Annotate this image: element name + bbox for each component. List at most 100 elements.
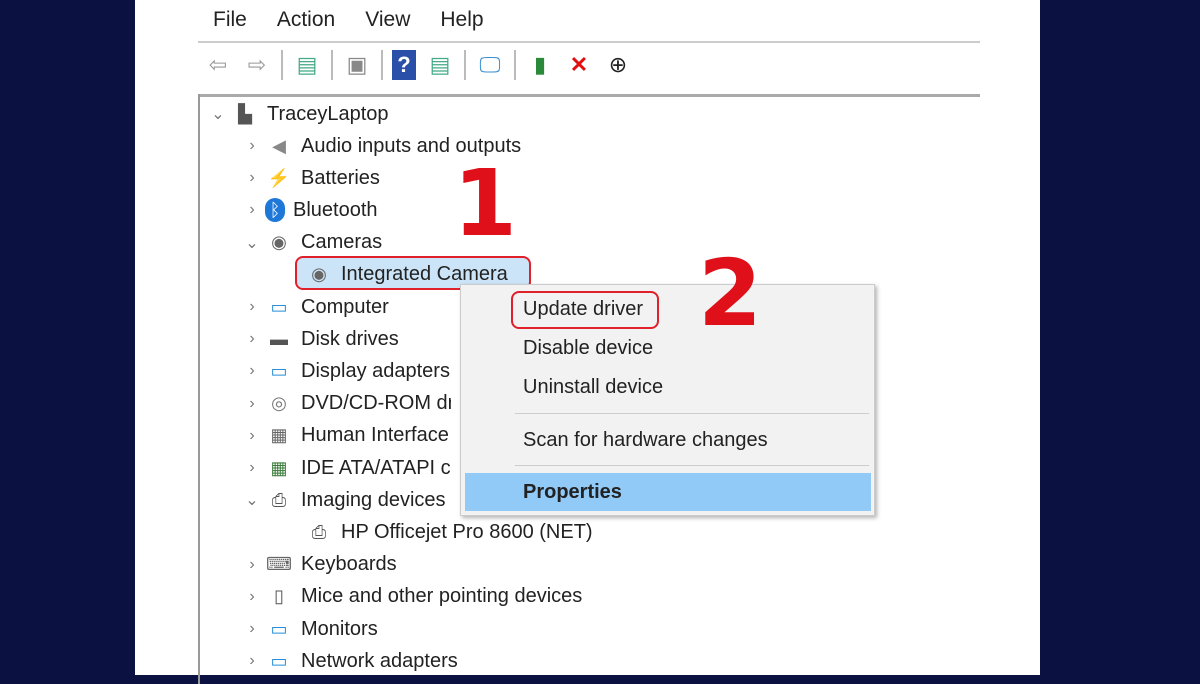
menu-action[interactable]: Action (277, 8, 335, 32)
tree-item[interactable]: › ▭ Display adapters (239, 356, 450, 386)
chevron-right-icon[interactable]: › (239, 298, 265, 316)
uninstall-icon[interactable]: ✕ (564, 50, 594, 80)
scan-hardware-icon[interactable]: 🖵 (475, 50, 505, 80)
chevron-down-icon[interactable]: ⌄ (205, 104, 231, 124)
toolbar-separator (381, 50, 383, 80)
tree-item-label: Disk drives (301, 327, 399, 350)
toolbar-separator (514, 50, 516, 80)
tree-item-label: Network adapters (301, 649, 458, 672)
menu-file[interactable]: File (213, 8, 247, 32)
printer-icon: ⎙ (311, 521, 327, 542)
tree-item-label: Human Interface Devices (301, 424, 451, 447)
chevron-right-icon[interactable]: › (239, 652, 265, 670)
ide-icon: ▦ (270, 457, 288, 478)
chevron-right-icon[interactable]: › (239, 395, 265, 413)
chevron-right-icon[interactable]: › (239, 330, 265, 348)
bluetooth-icon: ᛒ (265, 198, 285, 223)
tree-item[interactable]: › ▦ Human Interface Devices (239, 421, 451, 451)
download-icon[interactable]: ⊕ (603, 50, 633, 80)
tree-item-label: Imaging devices (301, 488, 446, 511)
divider (198, 94, 980, 97)
dvd-icon: ◎ (271, 393, 287, 414)
back-icon[interactable]: ⇦ (203, 50, 233, 80)
tree-item-label: Computer (301, 295, 389, 318)
tree-item[interactable]: › ◎ DVD/CD-ROM drives (239, 389, 451, 419)
chevron-right-icon[interactable]: › (239, 556, 265, 574)
tree-item-label: Monitors (301, 617, 378, 640)
show-hide-console-tree-icon[interactable]: ▤ (292, 50, 322, 80)
chevron-right-icon[interactable]: › (239, 201, 265, 219)
display-adapter-icon: ▭ (270, 360, 288, 381)
monitor-icon: ▭ (270, 618, 288, 639)
toolbar-separator (464, 50, 466, 80)
chevron-right-icon[interactable]: › (239, 588, 265, 606)
tree-item-label: Keyboards (301, 553, 397, 576)
printer-icon: ⎙ (271, 489, 287, 510)
keyboard-icon: ⌨ (266, 554, 292, 575)
battery-icon: ⚡ (267, 167, 291, 188)
tree-item-label: Display adapters (301, 359, 450, 382)
tree-item-label: Integrated Camera (341, 263, 508, 286)
menu-separator (515, 413, 869, 414)
tree-root[interactable]: ⌄ ▙ TraceyLaptop (205, 99, 389, 129)
menu-view[interactable]: View (365, 8, 410, 32)
tree-item[interactable]: › ▯ Mice and other pointing devices (239, 582, 582, 612)
tree-item-label: IDE ATA/ATAPI controllers (301, 456, 451, 479)
tree-item[interactable]: › ⌨ Keyboards (239, 550, 397, 580)
properties-icon[interactable]: ▣ (342, 50, 372, 80)
forward-icon[interactable]: ⇨ (242, 50, 272, 80)
tree-item-label: Mice and other pointing devices (301, 585, 583, 608)
camera-icon: ◉ (271, 232, 287, 253)
tree-item[interactable]: ⌄ ◉ Cameras (239, 228, 382, 258)
tree-item[interactable]: › ᛒ Bluetooth (239, 195, 378, 225)
camera-icon: ◉ (311, 264, 327, 285)
menu-separator (515, 465, 869, 466)
tree-item[interactable]: ⌄ ⎙ Imaging devices (239, 485, 446, 515)
toolbar-separator (281, 50, 283, 80)
menu-help[interactable]: Help (440, 8, 483, 32)
monitor-icon: ▭ (270, 296, 288, 317)
network-icon: ▭ (270, 650, 288, 671)
chevron-down-icon[interactable]: ⌄ (239, 490, 265, 510)
chevron-right-icon[interactable]: › (239, 362, 265, 380)
mouse-icon: ▯ (274, 586, 284, 607)
menu-item-scan-hardware[interactable]: Scan for hardware changes (523, 429, 768, 452)
tree-item[interactable]: › ▭ Computer (239, 292, 389, 322)
tree-item-label: Batteries (301, 166, 380, 189)
chevron-right-icon[interactable]: › (239, 620, 265, 638)
menu-item-uninstall-device[interactable]: Uninstall device (523, 376, 663, 399)
chevron-right-icon[interactable]: › (239, 427, 265, 445)
update-driver-icon[interactable]: ▮ (525, 50, 555, 80)
toolbar-separator (331, 50, 333, 80)
tree-item-label: DVD/CD-ROM drives (301, 392, 451, 415)
chevron-right-icon[interactable]: › (239, 459, 265, 477)
tree-item-label: Bluetooth (293, 198, 378, 221)
divider (198, 41, 980, 43)
chevron-right-icon[interactable]: › (239, 137, 265, 155)
context-menu: Update driver Disable device Uninstall d… (460, 284, 875, 516)
step-1-label: 1 (453, 150, 518, 257)
tree-item[interactable]: › ▦ IDE ATA/ATAPI controllers (239, 453, 451, 483)
menu-item-update-driver[interactable]: Update driver (523, 298, 643, 321)
menu-bar: File Action View Help (213, 8, 484, 32)
tree-item[interactable]: › ▭ Monitors (239, 614, 378, 644)
tree-item[interactable]: › ▬ Disk drives (239, 324, 399, 354)
hid-icon: ▦ (270, 425, 288, 446)
tree-item[interactable]: › ⚡ Batteries (239, 163, 380, 193)
help-icon[interactable]: ? (392, 50, 416, 80)
chevron-down-icon[interactable]: ⌄ (239, 233, 265, 253)
device-manager-window: File Action View Help ⇦ ⇨ ▤ ▣ ? ▤ 🖵 ▮ ✕ … (135, 0, 1040, 684)
step-2-label: 2 (698, 240, 763, 347)
chevron-right-icon[interactable]: › (239, 169, 265, 187)
divider (198, 94, 200, 684)
speaker-icon: ◀ (272, 135, 286, 156)
tree-item[interactable]: › ▭ Network adapters (239, 646, 458, 676)
tree-root-label: TraceyLaptop (267, 102, 389, 125)
tree-item[interactable]: ⎙ HP Officejet Pro 8600 (NET) (305, 517, 593, 547)
menu-item-properties[interactable]: Properties (523, 481, 622, 504)
menu-item-disable-device[interactable]: Disable device (523, 337, 653, 360)
computer-icon: ▙ (238, 103, 252, 124)
tree-item-label: Cameras (301, 231, 383, 254)
show-hide-action-pane-icon[interactable]: ▤ (425, 50, 455, 80)
toolbar: ⇦ ⇨ ▤ ▣ ? ▤ 🖵 ▮ ✕ ⊕ (203, 48, 633, 82)
